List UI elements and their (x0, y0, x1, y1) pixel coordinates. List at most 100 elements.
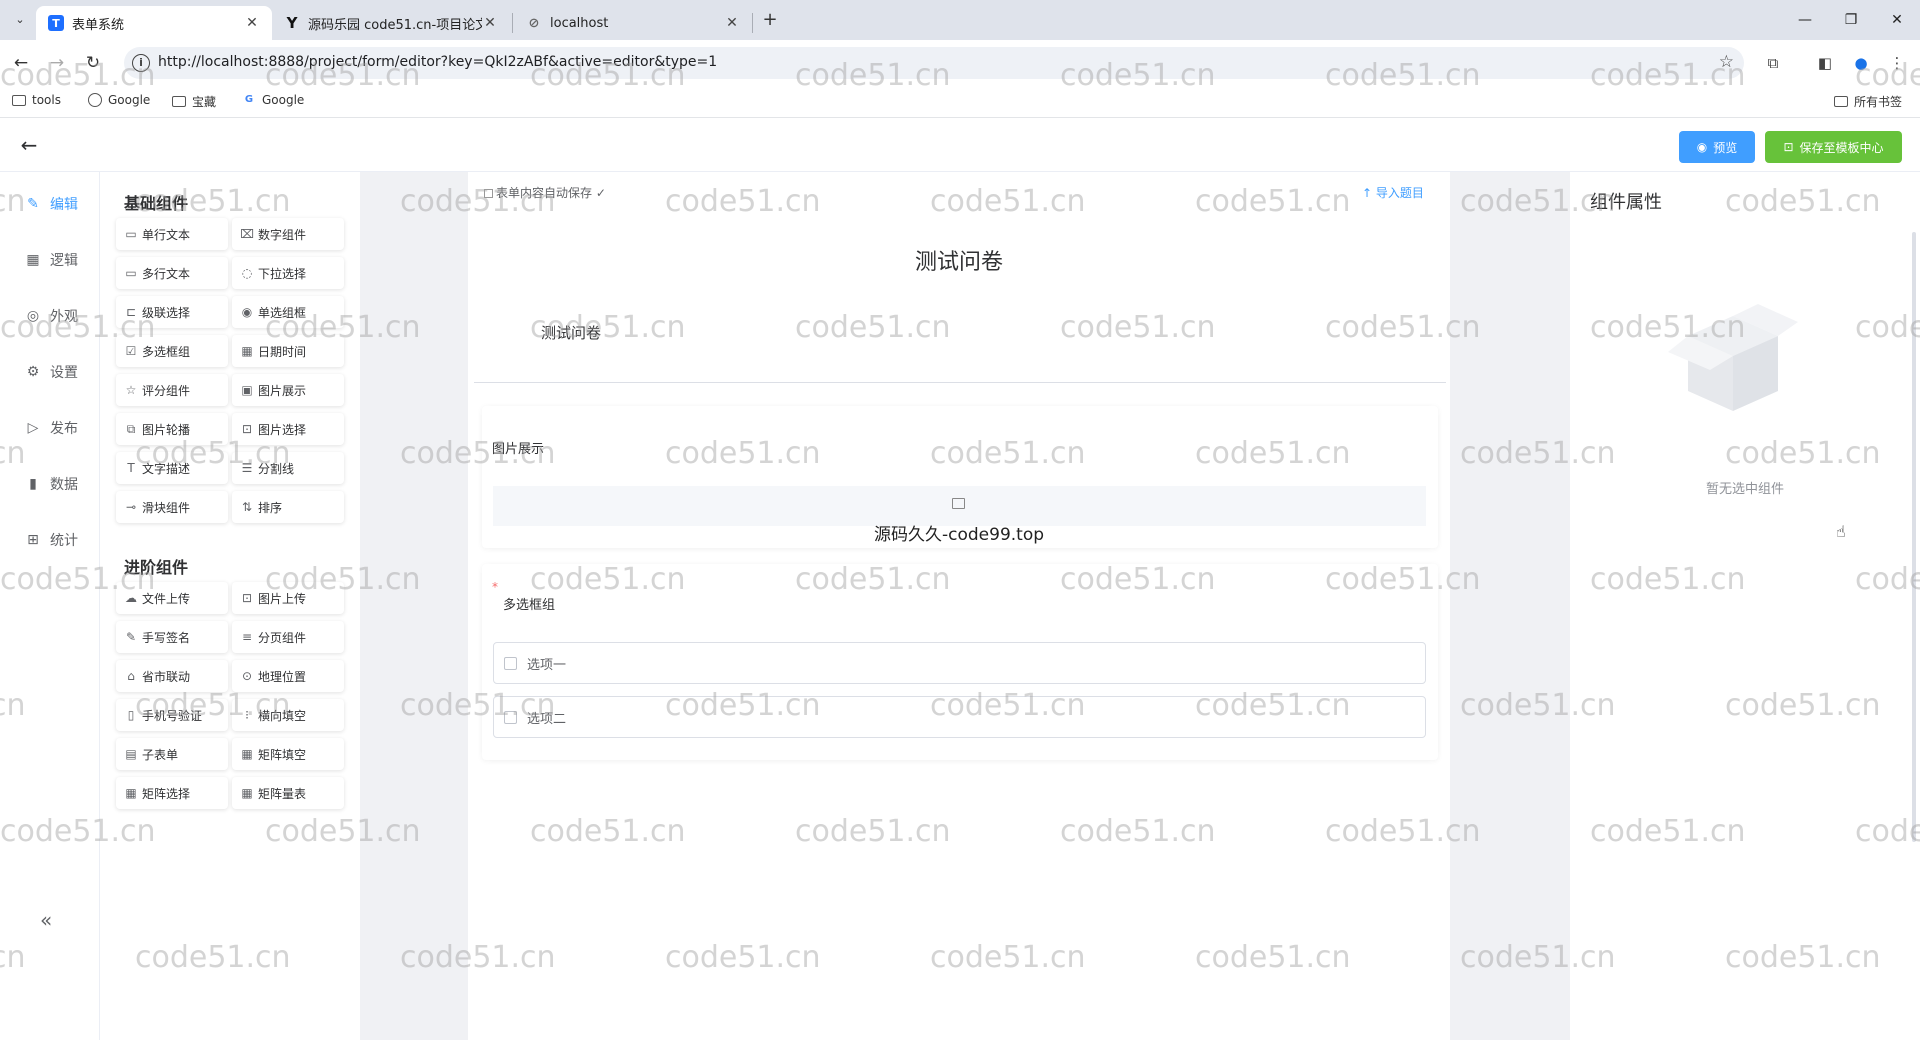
component-item[interactable]: ⊡ 图片上传 (232, 582, 344, 614)
bookmark-star-icon[interactable]: ☆ (1719, 52, 1734, 72)
component-item[interactable]: ☑ 多选框组 (116, 335, 228, 367)
component-item[interactable]: ▦ 矩阵选择 (116, 777, 228, 809)
bookmark-tools[interactable]: tools (12, 93, 61, 107)
component-item[interactable]: ☆ 评分组件 (116, 374, 228, 406)
component-item[interactable]: ⇅ 排序 (232, 491, 344, 523)
forward-icon[interactable]: → (44, 50, 70, 76)
url-text[interactable]: http://localhost:8888/project/form/edito… (158, 54, 717, 70)
component-label: 分割线 (258, 461, 295, 476)
component-label: 图片轮播 (142, 422, 191, 437)
play-icon: ▷ (27, 420, 39, 436)
component-item[interactable]: ▭ 单行文本 (116, 218, 228, 250)
component-label: 手机号验证 (142, 708, 203, 723)
close-tab-icon[interactable]: ✕ (482, 15, 498, 31)
component-icon: ▯ (127, 708, 135, 722)
component-item[interactable]: ⊸ 滑块组件 (116, 491, 228, 523)
component-label: 矩阵量表 (258, 786, 307, 801)
address-bar[interactable]: i http://localhost:8888/project/form/edi… (124, 47, 1744, 79)
form-title[interactable]: 测试问卷 (468, 244, 1450, 276)
component-item[interactable]: ▤ 子表单 (116, 738, 228, 770)
checkbox-option[interactable]: 选项一 (493, 642, 1426, 684)
back-icon[interactable]: ← (8, 50, 34, 76)
component-label: 省市联动 (142, 669, 191, 684)
browser-tab-code51[interactable]: Y 源码乐园 code51.cn-项目论文 ✕ (272, 6, 510, 40)
component-item[interactable]: ⌂ 省市联动 (116, 660, 228, 692)
nav-item-appearance[interactable]: ◎ 外观 (24, 304, 96, 328)
tab-search-button[interactable]: ⌄ (8, 8, 32, 32)
preview-button[interactable]: ◉ 预览 (1679, 131, 1755, 163)
image-caption: 源码久久-code99.top (874, 525, 1045, 545)
browser-menu-icon[interactable]: ⋮ (1886, 52, 1908, 74)
checkbox-option[interactable]: 选项二 (493, 696, 1426, 738)
save-to-template-button[interactable]: ⊡ 保存至模板中心 (1765, 131, 1902, 163)
import-questions-link[interactable]: ↑ 导入题目 (1362, 184, 1424, 201)
window-close-icon[interactable]: ✕ (1882, 8, 1912, 32)
bookmark-google-2[interactable]: G Google (242, 93, 304, 107)
component-icon: ▦ (241, 786, 253, 800)
component-item[interactable]: ▭ 多行文本 (116, 257, 228, 289)
tab-title: 表单系统 (72, 17, 125, 33)
component-item[interactable]: ⌧ 数字组件 (232, 218, 344, 250)
component-item[interactable]: ▣ 图片展示 (232, 374, 344, 406)
site-info-icon[interactable]: i (132, 54, 150, 72)
minimize-icon[interactable]: — (1790, 8, 1820, 32)
component-item[interactable]: ⁝ 横向填空 (232, 699, 344, 731)
browser-toolbar: ← → ↻ i http://localhost:8888/project/fo… (0, 40, 1920, 86)
browser-tab-localhost[interactable]: ⊘ localhost ✕ (514, 6, 752, 40)
component-icon: ⊡ (241, 422, 253, 436)
nav-item-label: 外观 (50, 309, 78, 325)
component-item[interactable]: ▦ 矩阵填空 (232, 738, 344, 770)
component-item[interactable]: ☁ 文件上传 (116, 582, 228, 614)
checkbox-icon[interactable] (504, 656, 517, 670)
eye-icon: ◎ (26, 308, 40, 324)
component-item[interactable]: ▦ 矩阵量表 (232, 777, 344, 809)
component-label: 图片上传 (258, 591, 307, 606)
checkbox-icon[interactable] (504, 710, 517, 724)
all-bookmarks[interactable]: 所有书签 (1834, 93, 1902, 110)
component-item[interactable]: ⊡ 图片选择 (232, 413, 344, 445)
restore-icon[interactable]: ❐ (1836, 8, 1866, 32)
component-item[interactable]: ✎ 手写签名 (116, 621, 228, 653)
component-label: 下拉选择 (258, 266, 307, 281)
tab-favicon: T (48, 15, 64, 31)
component-item[interactable]: ▯ 手机号验证 (116, 699, 228, 731)
component-item[interactable]: ◉ 单选组框 (232, 296, 344, 328)
close-tab-icon[interactable]: ✕ (244, 15, 260, 31)
component-item[interactable]: ⊏ 级联选择 (116, 296, 228, 328)
editor-header: ← ◉ 预览 ⊡ 保存至模板中心 (0, 118, 1920, 172)
component-item[interactable]: ◌ 下拉选择 (232, 257, 344, 289)
bookmark-treasure[interactable]: 宝藏 (172, 93, 216, 110)
properties-scrollbar[interactable] (1912, 232, 1916, 842)
side-panel-icon[interactable]: ◧ (1814, 52, 1836, 74)
collapse-sidebar-icon[interactable]: « (40, 908, 52, 932)
component-icon: ☑ (125, 344, 137, 358)
grid-icon: ▦ (26, 252, 40, 268)
nav-item-label: 数据 (50, 477, 78, 493)
component-item[interactable]: ▦ 日期时间 (232, 335, 344, 367)
component-item[interactable]: ⊙ 地理位置 (232, 660, 344, 692)
preview-button-label: 预览 (1713, 140, 1738, 155)
extensions-icon[interactable]: ⧉ (1762, 52, 1784, 74)
component-label: 文字描述 (142, 461, 191, 476)
component-label: 单行文本 (142, 227, 191, 242)
nav-item-edit[interactable]: ✎ 编辑 (24, 192, 96, 216)
browser-tab-form-system[interactable]: T 表单系统 ✕ (36, 6, 272, 40)
nav-item-publish[interactable]: ▷ 发布 (24, 416, 96, 440)
profile-icon[interactable]: ● (1850, 52, 1872, 74)
component-item[interactable]: ☰ 分割线 (232, 452, 344, 484)
new-tab-button[interactable]: + (758, 8, 782, 32)
component-item[interactable]: ⧉ 图片轮播 (116, 413, 228, 445)
bookmark-google[interactable]: Google (88, 93, 150, 107)
form-description[interactable]: 测试问卷 (541, 322, 601, 343)
component-item[interactable]: ≡ 分页组件 (232, 621, 344, 653)
close-tab-icon[interactable]: ✕ (724, 15, 740, 31)
back-arrow-icon[interactable]: ← (16, 132, 42, 158)
nav-item-statistics[interactable]: ⊞ 统计 (24, 528, 96, 552)
autosave-text: 表单内容自动保存 ✓ (496, 186, 606, 200)
reload-icon[interactable]: ↻ (80, 50, 106, 76)
component-label: 滑块组件 (142, 500, 191, 515)
nav-item-settings[interactable]: ⚙ 设置 (24, 360, 96, 384)
nav-item-data[interactable]: ▮ 数据 (24, 472, 96, 496)
nav-item-logic[interactable]: ▦ 逻辑 (24, 248, 96, 272)
component-item[interactable]: T 文字描述 (116, 452, 228, 484)
